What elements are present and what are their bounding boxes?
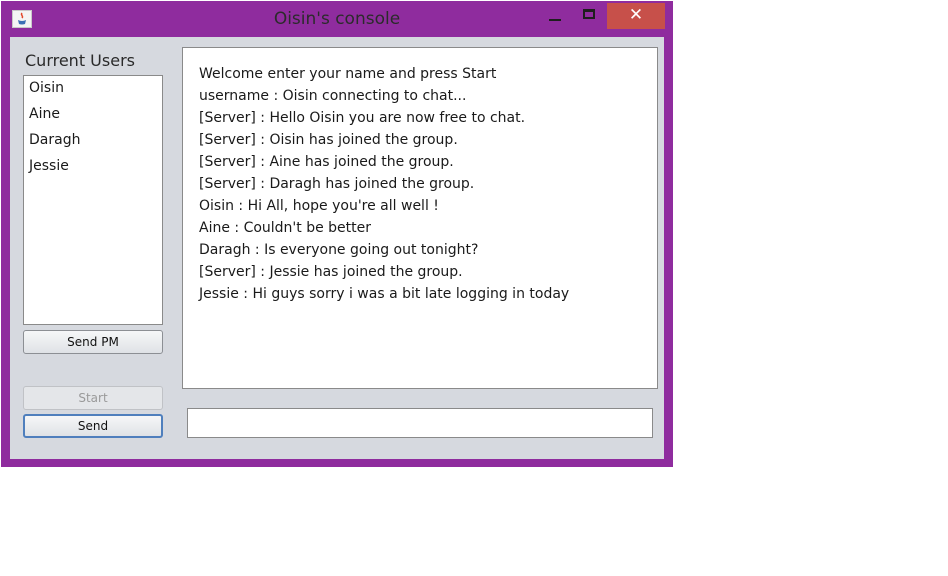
chat-message: Jessie : Hi guys sorry i was a bit late … <box>199 286 570 302</box>
chat-message: [Server] : Daragh has joined the group. <box>199 176 475 192</box>
users-panel-title: Current Users <box>25 51 135 70</box>
console-window: Oisin's console ✕ Current Users Oisin Ai… <box>1 1 673 467</box>
maximize-icon <box>583 9 595 19</box>
user-list-item[interactable]: Daragh <box>29 132 80 148</box>
start-button[interactable]: Start <box>23 386 163 410</box>
send-button[interactable]: Send <box>23 414 163 438</box>
minimize-button[interactable] <box>539 3 573 27</box>
chat-message: Oisin : Hi All, hope you're all well ! <box>199 198 439 214</box>
chat-message: [Server] : Oisin has joined the group. <box>199 132 458 148</box>
chat-message: Welcome enter your name and press Start <box>199 66 497 82</box>
chat-message: [Server] : Aine has joined the group. <box>199 154 454 170</box>
client-area: Current Users Oisin Aine Daragh Jessie S… <box>10 37 664 459</box>
minimize-icon <box>549 19 561 21</box>
chat-message: [Server] : Jessie has joined the group. <box>199 264 463 280</box>
user-list-item[interactable]: Aine <box>29 106 60 122</box>
maximize-button[interactable] <box>573 3 607 27</box>
title-bar[interactable]: Oisin's console ✕ <box>1 1 673 37</box>
message-input[interactable] <box>187 408 653 438</box>
user-list-item[interactable]: Oisin <box>29 80 64 96</box>
close-button[interactable]: ✕ <box>607 3 665 29</box>
chat-message: username : Oisin connecting to chat... <box>199 88 467 104</box>
send-pm-button[interactable]: Send PM <box>23 330 163 354</box>
users-list[interactable]: Oisin Aine Daragh Jessie <box>23 75 163 325</box>
chat-message: Aine : Couldn't be better <box>199 220 372 236</box>
chat-message: Daragh : Is everyone going out tonight? <box>199 242 479 258</box>
user-list-item[interactable]: Jessie <box>29 158 69 174</box>
chat-message: [Server] : Hello Oisin you are now free … <box>199 110 526 126</box>
chat-log[interactable]: Welcome enter your name and press Start … <box>182 47 658 389</box>
close-icon: ✕ <box>628 5 644 25</box>
